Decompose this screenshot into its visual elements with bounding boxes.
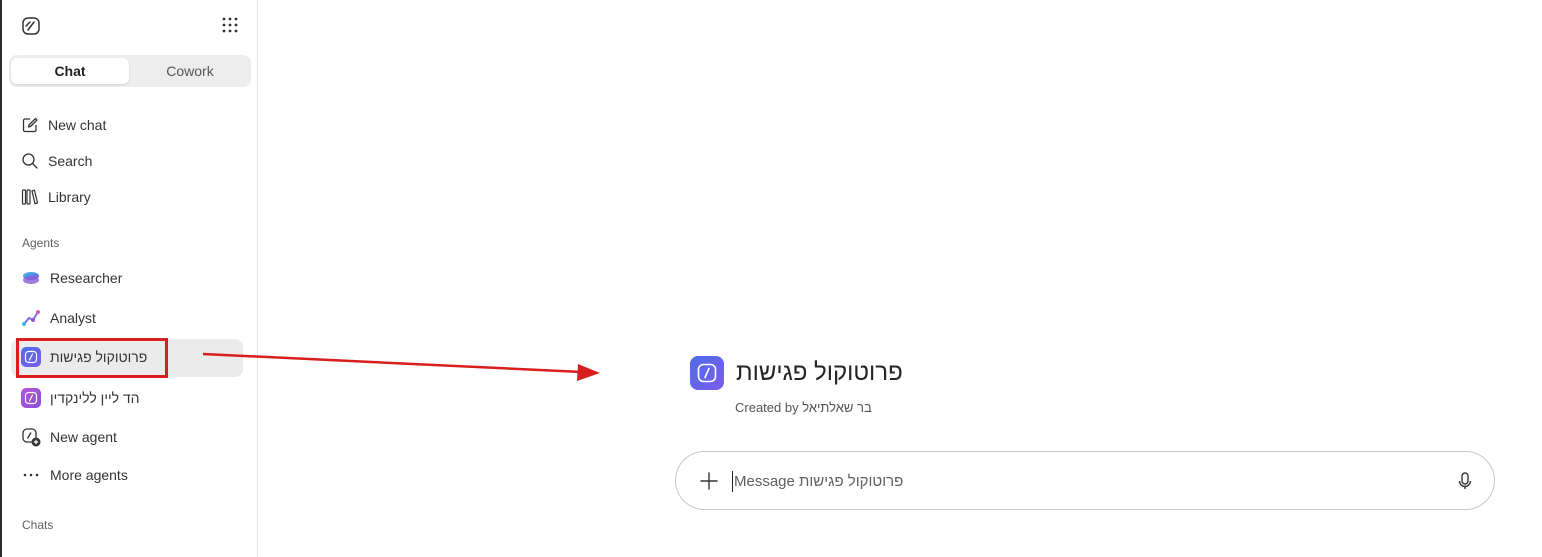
agent-header: פרוטוקול פגישות <box>690 356 903 390</box>
more-agents-button[interactable]: More agents <box>20 461 128 489</box>
agent-label: הד ליין ללינקדין <box>50 390 140 406</box>
annotation-highlight-box <box>16 338 168 378</box>
new-chat-label: New chat <box>48 117 107 133</box>
search-icon <box>20 151 40 171</box>
copilot-logo-icon[interactable] <box>20 15 42 37</box>
analyst-icon <box>20 307 42 329</box>
agents-section-label: Agents <box>22 236 60 250</box>
agent-badge-icon <box>690 356 724 390</box>
tab-cowork[interactable]: Cowork <box>131 58 249 84</box>
app-launcher-icon[interactable] <box>220 15 240 35</box>
new-agent-icon <box>20 426 42 448</box>
agent-linkedin-headline[interactable]: הד ליין ללינקדין <box>20 384 140 412</box>
text-caret <box>732 471 733 492</box>
agent-label: Analyst <box>50 310 96 326</box>
agent-label: Researcher <box>50 270 123 286</box>
new-chat-button[interactable]: New chat <box>20 113 106 137</box>
more-icon <box>20 464 42 486</box>
agent-analyst[interactable]: Analyst <box>20 304 96 332</box>
creator-name: בר שאלתיאל <box>802 400 872 415</box>
agent-researcher[interactable]: Researcher <box>20 264 122 292</box>
tab-chat[interactable]: Chat <box>11 58 129 84</box>
library-label: Library <box>48 189 91 205</box>
compose-icon <box>20 115 40 135</box>
add-attachment-icon[interactable] <box>698 470 720 492</box>
agent-creator: Created by בר שאלתיאל <box>735 400 872 415</box>
agent-badge-icon <box>20 387 42 409</box>
library-button[interactable]: Library <box>20 185 91 209</box>
new-agent-button[interactable]: New agent <box>20 423 117 451</box>
microphone-icon[interactable] <box>1454 470 1476 492</box>
search-button[interactable]: Search <box>20 149 92 173</box>
created-by-label: Created by <box>735 400 799 415</box>
message-composer <box>675 451 1495 510</box>
agent-label: New agent <box>50 429 117 445</box>
library-icon <box>20 187 40 207</box>
search-label: Search <box>48 153 93 169</box>
message-input[interactable] <box>734 467 1424 495</box>
sidebar: Chat Cowork New chat Search Library Agen… <box>2 0 258 557</box>
mode-switch: Chat Cowork <box>9 55 251 87</box>
chats-section-label: Chats <box>22 518 54 532</box>
researcher-icon <box>20 267 42 289</box>
agent-title: פרוטוקול פגישות <box>736 359 903 386</box>
agent-label: More agents <box>50 467 128 483</box>
